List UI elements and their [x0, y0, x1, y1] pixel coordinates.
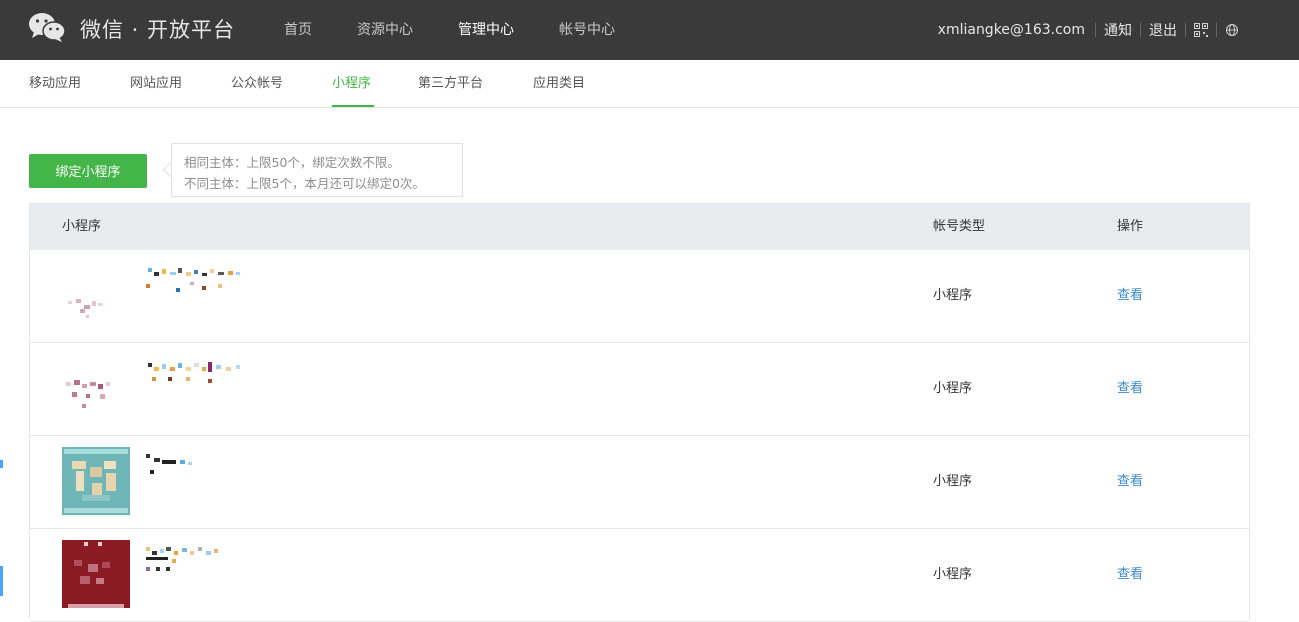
column-header-action: 操作 [1117, 219, 1144, 234]
mini-program-avatar[interactable] [62, 354, 130, 422]
logout-link[interactable]: 退出 [1149, 20, 1177, 40]
tip-line-different-entity: 不同主体：上限5个，本月还可以绑定0次。 [184, 176, 425, 191]
tab-app-categories[interactable]: 应用类目 [533, 60, 585, 107]
topnav-item-resources[interactable]: 资源中心 [357, 0, 413, 60]
column-header-type: 帐号类型 [933, 219, 986, 234]
tab-mini-programs[interactable]: 小程序 [332, 60, 371, 107]
mini-program-name-blurred[interactable] [146, 452, 286, 482]
globe-icon[interactable] [1225, 23, 1239, 37]
account-type-cell: 小程序 [933, 381, 973, 396]
table-row: 小程序 查看 [30, 529, 1249, 622]
top-nav: 首页 资源中心 管理中心 帐号中心 [284, 0, 660, 60]
divider [1140, 23, 1141, 37]
view-link[interactable]: 查看 [1117, 529, 1143, 621]
tab-third-party-platform[interactable]: 第三方平台 [418, 60, 483, 107]
bind-mini-program-button[interactable]: 绑定小程序 [29, 154, 147, 188]
divider [1185, 23, 1186, 37]
tip-line-same-entity: 相同主体：上限50个，绑定次数不限。 [184, 155, 400, 170]
qrcode-icon[interactable] [1194, 23, 1208, 37]
account-email[interactable]: xmliangke@163.com [938, 22, 1085, 38]
table-row: 小程序 查看 [30, 343, 1249, 436]
mini-program-name-blurred[interactable] [146, 266, 286, 296]
notify-link[interactable]: 通知 [1104, 20, 1132, 40]
table-row: 小程序 查看 [30, 250, 1249, 343]
sub-nav: 移动应用 网站应用 公众帐号 小程序 第三方平台 应用类目 [0, 60, 1299, 108]
bind-limit-tip: 相同主体：上限50个，绑定次数不限。 不同主体：上限5个，本月还可以绑定0次。 [171, 143, 463, 197]
topnav-item-account[interactable]: 帐号中心 [559, 0, 615, 60]
view-link[interactable]: 查看 [1117, 343, 1143, 435]
topnav-item-management[interactable]: 管理中心 [458, 0, 514, 60]
column-header-name: 小程序 [62, 219, 102, 234]
top-right-tools: xmliangke@163.com 通知 退出 [938, 0, 1247, 60]
top-bar: 微信 · 开放平台 首页 资源中心 管理中心 帐号中心 xmliangke@16… [0, 0, 1299, 60]
mini-program-avatar[interactable] [62, 261, 130, 329]
edge-scroll-marker [0, 566, 3, 596]
mini-program-table: 小程序 帐号类型 操作 小程序 查看 小程序 查看 小程序 查看 小程序 查看 [29, 203, 1250, 622]
table-header: 小程序 帐号类型 操作 [30, 204, 1249, 250]
account-type-cell: 小程序 [933, 474, 973, 489]
active-tab-indicator [332, 105, 374, 107]
tab-official-accounts[interactable]: 公众帐号 [231, 60, 283, 107]
mini-program-name-blurred[interactable] [146, 359, 286, 389]
tab-website-apps[interactable]: 网站应用 [130, 60, 182, 107]
tab-mobile-apps[interactable]: 移动应用 [29, 60, 81, 107]
mini-program-name-blurred[interactable] [146, 545, 286, 575]
divider [1095, 23, 1096, 37]
brand-title[interactable]: 微信 · 开放平台 [80, 14, 235, 44]
mini-program-avatar[interactable] [62, 447, 130, 515]
edge-scroll-marker [0, 460, 3, 468]
view-link[interactable]: 查看 [1117, 250, 1143, 342]
table-row: 小程序 查看 [30, 436, 1249, 529]
account-type-cell: 小程序 [933, 288, 973, 303]
wechat-logo-icon[interactable] [28, 12, 66, 44]
topnav-item-home[interactable]: 首页 [284, 0, 312, 60]
mini-program-avatar[interactable] [62, 540, 130, 608]
account-type-cell: 小程序 [933, 567, 973, 582]
view-link[interactable]: 查看 [1117, 436, 1143, 528]
divider [1216, 23, 1217, 37]
